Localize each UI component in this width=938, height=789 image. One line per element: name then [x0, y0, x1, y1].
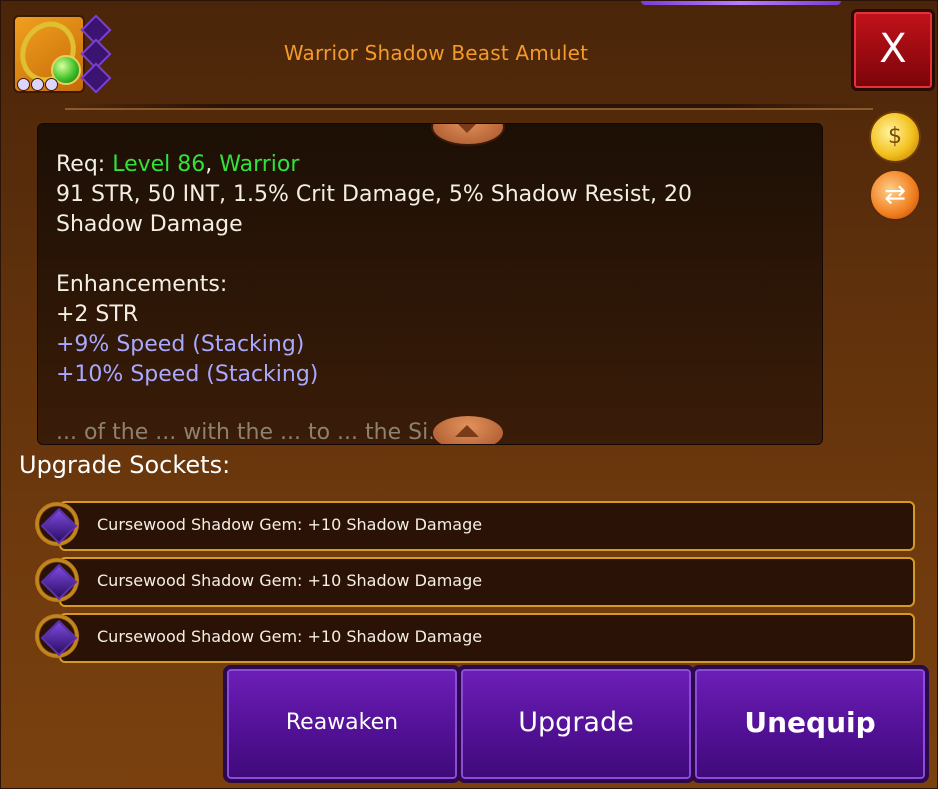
requirement-line: Req: Level 86, Warrior	[56, 150, 796, 180]
item-detail-panel: Warrior Shadow Beast Amulet X Req: Level…	[0, 0, 938, 789]
item-title: Warrior Shadow Beast Amulet	[283, 41, 589, 65]
shadow-gem-icon	[40, 507, 78, 545]
socket-row[interactable]: Cursewood Shadow Gem: +10 Shadow Damage	[35, 557, 915, 607]
amulet-icon	[10, 12, 112, 95]
socket-holder	[35, 558, 79, 602]
rank-dot	[31, 78, 44, 91]
socket-label: Cursewood Shadow Gem: +10 Shadow Damage	[97, 627, 483, 646]
enhancement-line: +9% Speed (Stacking)	[56, 332, 305, 357]
enhancements-heading: Enhancements:	[56, 272, 228, 297]
socket-label: Cursewood Shadow Gem: +10 Shadow Damage	[97, 571, 483, 590]
close-icon: X	[879, 26, 907, 72]
scroll-up-button[interactable]	[431, 414, 505, 444]
scroll-down-button[interactable]	[431, 124, 505, 146]
swap-icon[interactable]: ⇄	[869, 169, 921, 221]
stats-line: 91 STR, 50 INT, 1.5% Crit Damage, 5% Sha…	[56, 182, 693, 207]
unequip-button[interactable]: Unequip	[691, 665, 929, 783]
stats-line: Shadow Damage	[56, 212, 243, 237]
req-separator: ,	[205, 152, 220, 177]
socket-holder	[35, 502, 79, 546]
socket-pip-icon	[80, 62, 112, 94]
socket-row[interactable]: Cursewood Shadow Gem: +10 Shadow Damage	[35, 501, 915, 551]
enhancement-line: +10% Speed (Stacking)	[56, 362, 319, 387]
socket-row[interactable]: Cursewood Shadow Gem: +10 Shadow Damage	[35, 613, 915, 663]
chevron-up-icon	[455, 425, 479, 437]
upgrade-button[interactable]: Upgrade	[457, 665, 695, 783]
rank-dot	[45, 78, 58, 91]
overflow-text: ... of the ... with the ... to ... the S…	[56, 420, 506, 445]
header-divider	[65, 104, 873, 108]
socket-label: Cursewood Shadow Gem: +10 Shadow Damage	[97, 515, 483, 534]
req-level: Level 86	[112, 152, 206, 177]
enhancement-line: +2 STR	[56, 302, 139, 327]
upgrade-sockets-heading: Upgrade Sockets:	[19, 451, 231, 479]
top-accent	[641, 1, 841, 5]
reawaken-button[interactable]: Reawaken	[223, 665, 461, 783]
shadow-gem-icon	[40, 619, 78, 657]
req-label: Req:	[56, 152, 113, 177]
item-description-box[interactable]: Req: Level 86, Warrior 91 STR, 50 INT, 1…	[37, 123, 823, 445]
shadow-gem-icon	[40, 563, 78, 601]
req-class: Warrior	[219, 152, 300, 177]
item-description: Req: Level 86, Warrior 91 STR, 50 INT, 1…	[56, 150, 796, 445]
chevron-down-icon	[455, 124, 479, 133]
close-button[interactable]: X	[851, 9, 935, 91]
rank-dot	[17, 78, 30, 91]
socket-holder	[35, 614, 79, 658]
gold-bag-icon[interactable]: $	[869, 111, 921, 163]
